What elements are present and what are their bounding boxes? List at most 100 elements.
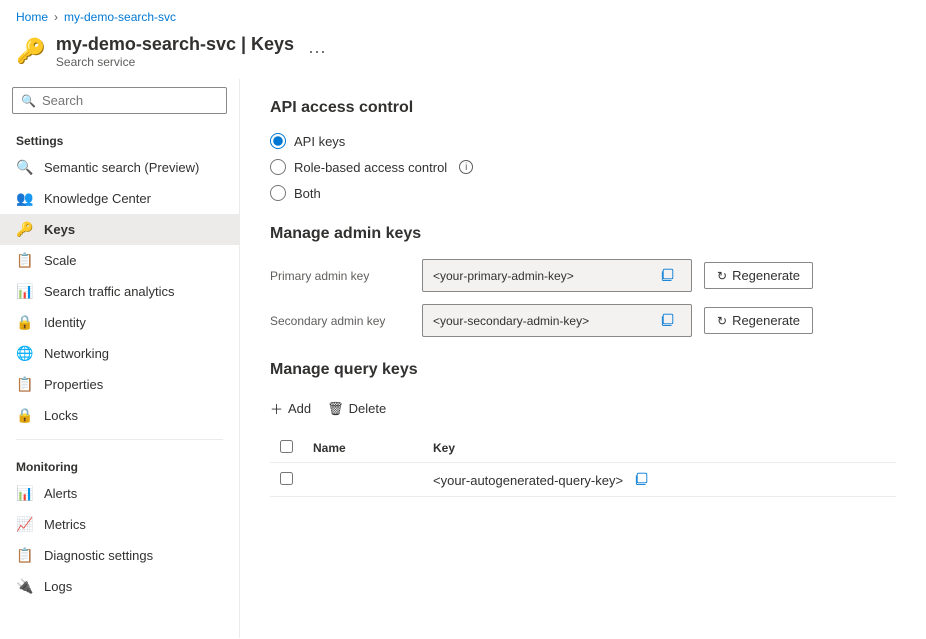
- primary-key-row: Primary admin key <your-primary-admin-ke…: [270, 259, 896, 292]
- secondary-key-label: Secondary admin key: [270, 314, 410, 328]
- sidebar-item-label: Knowledge Center: [44, 191, 151, 206]
- delete-query-key-button[interactable]: 🗑 Delete: [327, 397, 386, 421]
- keys-icon: 🔑: [16, 221, 34, 238]
- networking-icon: 🌐: [16, 345, 34, 362]
- semantic-search-icon: 🔍: [16, 159, 34, 176]
- add-label: Add: [288, 401, 311, 416]
- secondary-key-row: Secondary admin key <your-secondary-admi…: [270, 304, 896, 337]
- delete-label: Delete: [349, 401, 387, 416]
- row-key: <your-autogenerated-query-key>: [423, 463, 896, 497]
- sidebar-item-locks[interactable]: 🔒 Locks: [0, 400, 239, 431]
- radio-option-rbac[interactable]: Role-based access control i: [270, 159, 896, 175]
- settings-section-label: Settings: [0, 122, 239, 152]
- query-keys-table: Name Key <your-autogenerated-query-key>: [270, 434, 896, 497]
- sidebar-item-networking[interactable]: 🌐 Networking: [0, 338, 239, 369]
- sidebar-item-logs[interactable]: 🔌 Logs: [0, 571, 239, 602]
- more-options-button[interactable]: ···: [308, 41, 326, 62]
- sidebar-item-label: Keys: [44, 222, 75, 237]
- rbac-info-icon[interactable]: i: [459, 160, 473, 174]
- admin-keys-section: Manage admin keys Primary admin key <you…: [270, 225, 896, 337]
- sidebar-item-label: Diagnostic settings: [44, 548, 153, 563]
- query-actions-bar: ＋ Add 🗑 Delete: [270, 395, 896, 422]
- sidebar-item-semantic-search[interactable]: 🔍 Semantic search (Preview): [0, 152, 239, 183]
- table-row: <your-autogenerated-query-key>: [270, 463, 896, 497]
- admin-keys-title: Manage admin keys: [270, 225, 896, 243]
- radio-rbac-label: Role-based access control: [294, 160, 447, 175]
- properties-icon: 📋: [16, 376, 34, 393]
- service-subtitle: Search service: [56, 55, 294, 69]
- monitoring-section-label: Monitoring: [0, 448, 239, 478]
- diagnostic-icon: 📋: [16, 547, 34, 564]
- scale-icon: 📋: [16, 252, 34, 269]
- primary-key-regenerate-button[interactable]: ↻ Regenerate: [704, 262, 813, 289]
- alerts-icon: 📊: [16, 485, 34, 502]
- breadcrumb-home[interactable]: Home: [16, 10, 48, 24]
- select-all-checkbox[interactable]: [280, 440, 293, 453]
- sidebar-item-alerts[interactable]: 📊 Alerts: [0, 478, 239, 509]
- metrics-icon: 📈: [16, 516, 34, 533]
- sidebar-item-diagnostic-settings[interactable]: 📋 Diagnostic settings: [0, 540, 239, 571]
- search-icon: 🔍: [21, 94, 36, 108]
- search-input[interactable]: [42, 93, 218, 108]
- radio-both[interactable]: [270, 185, 286, 201]
- sidebar-item-identity[interactable]: 🔒 Identity: [0, 307, 239, 338]
- query-table-header: Name Key: [270, 434, 896, 463]
- sidebar-item-properties[interactable]: 📋 Properties: [0, 369, 239, 400]
- service-icon: 🔑: [16, 37, 46, 66]
- analytics-icon: 📊: [16, 283, 34, 300]
- sidebar-item-search-traffic-analytics[interactable]: 📊 Search traffic analytics: [0, 276, 239, 307]
- main-layout: 🔍 Settings 🔍 Semantic search (Preview) 👥…: [0, 79, 926, 638]
- add-query-key-button[interactable]: ＋ Add: [270, 395, 311, 422]
- secondary-key-regenerate-button[interactable]: ↻ Regenerate: [704, 307, 813, 334]
- primary-key-value: <your-primary-admin-key>: [433, 269, 655, 283]
- primary-key-copy-button[interactable]: [655, 265, 681, 286]
- secondary-key-value: <your-secondary-admin-key>: [433, 314, 655, 328]
- breadcrumb-separator: ›: [54, 10, 58, 24]
- query-key-copy-button[interactable]: [635, 471, 649, 488]
- secondary-key-copy-button[interactable]: [655, 310, 681, 331]
- regenerate-label: Regenerate: [732, 268, 800, 283]
- breadcrumb: Home › my-demo-search-svc: [0, 0, 926, 30]
- radio-option-api-keys[interactable]: API keys: [270, 133, 896, 149]
- sidebar-search-box[interactable]: 🔍: [12, 87, 227, 114]
- logs-icon: 🔌: [16, 578, 34, 595]
- sidebar-item-label: Scale: [44, 253, 77, 268]
- knowledge-center-icon: 👥: [16, 190, 34, 207]
- api-access-control-title: API access control: [270, 99, 896, 117]
- identity-icon: 🔒: [16, 314, 34, 331]
- sidebar-item-keys[interactable]: 🔑 Keys: [0, 214, 239, 245]
- add-icon: ＋: [270, 399, 283, 418]
- page-title: my-demo-search-svc | Keys: [56, 34, 294, 55]
- breadcrumb-service[interactable]: my-demo-search-svc: [64, 10, 176, 24]
- col-header-key: Key: [423, 434, 896, 463]
- api-access-control-section: API access control API keys Role-based a…: [270, 99, 896, 201]
- sidebar-item-metrics[interactable]: 📈 Metrics: [0, 509, 239, 540]
- locks-icon: 🔒: [16, 407, 34, 424]
- sidebar: 🔍 Settings 🔍 Semantic search (Preview) 👥…: [0, 79, 240, 638]
- sidebar-item-label: Search traffic analytics: [44, 284, 175, 299]
- col-header-name: Name: [303, 434, 423, 463]
- row-name: [303, 463, 423, 497]
- query-table-body: <your-autogenerated-query-key>: [270, 463, 896, 497]
- primary-key-box: <your-primary-admin-key>: [422, 259, 692, 292]
- radio-api-keys-label: API keys: [294, 134, 345, 149]
- radio-api-keys[interactable]: [270, 133, 286, 149]
- row-checkbox-cell: [270, 463, 303, 497]
- sidebar-item-label: Locks: [44, 408, 78, 423]
- sidebar-item-scale[interactable]: 📋 Scale: [0, 245, 239, 276]
- query-keys-title: Manage query keys: [270, 361, 896, 379]
- radio-option-both[interactable]: Both: [270, 185, 896, 201]
- sidebar-item-label: Metrics: [44, 517, 86, 532]
- sidebar-item-knowledge-center[interactable]: 👥 Knowledge Center: [0, 183, 239, 214]
- sidebar-item-label: Identity: [44, 315, 86, 330]
- regenerate-label-2: Regenerate: [732, 313, 800, 328]
- regenerate-icon: ↻: [717, 269, 727, 283]
- radio-both-label: Both: [294, 186, 321, 201]
- radio-rbac[interactable]: [270, 159, 286, 175]
- query-key-value: <your-autogenerated-query-key>: [433, 473, 623, 488]
- row-checkbox[interactable]: [280, 472, 293, 485]
- api-access-radio-group: API keys Role-based access control i Bot…: [270, 133, 896, 201]
- sidebar-item-label: Alerts: [44, 486, 77, 501]
- header-checkbox-cell: [270, 434, 303, 463]
- page-header: 🔑 my-demo-search-svc | Keys Search servi…: [0, 30, 926, 79]
